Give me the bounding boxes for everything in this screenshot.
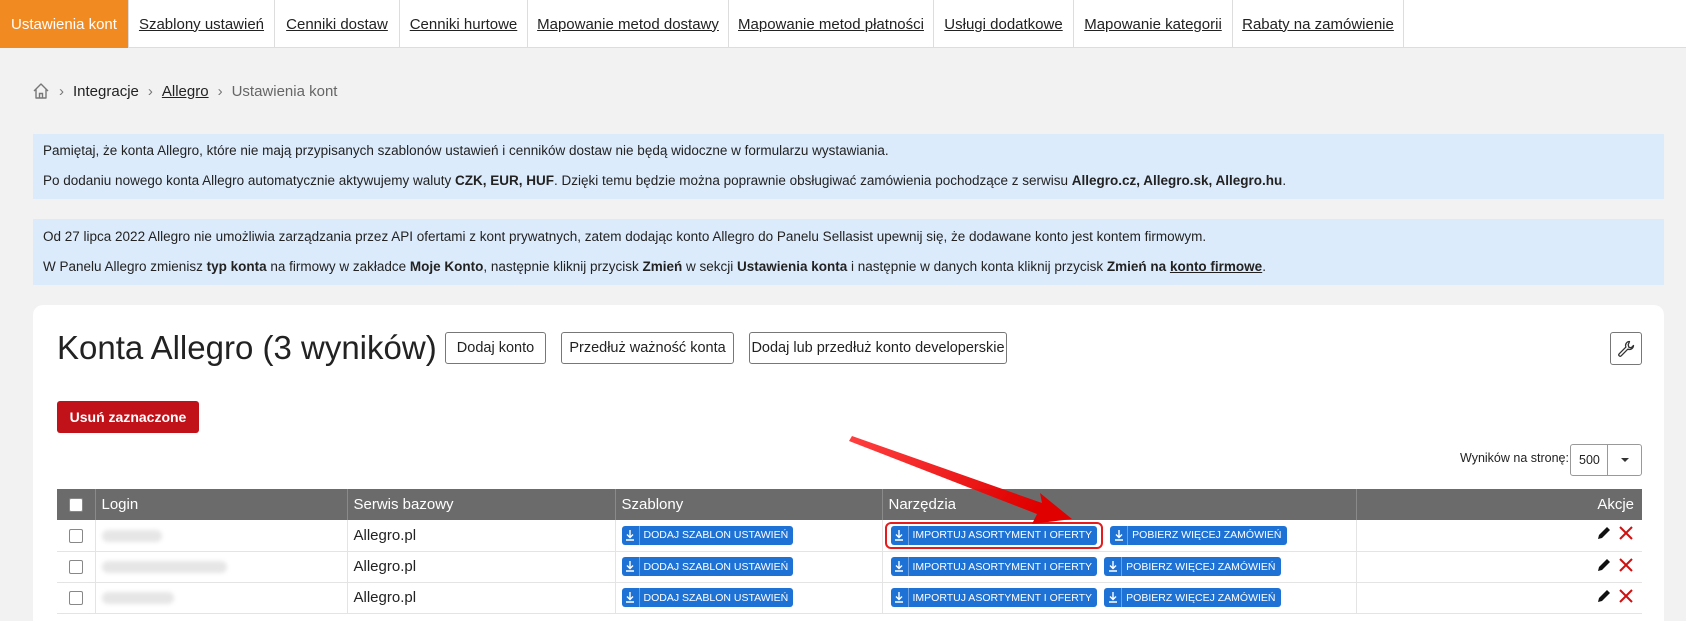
tab-shipping-mapping[interactable]: Mapowanie metod dostawy bbox=[528, 0, 729, 48]
extend-account-button[interactable]: Przedłuż ważność konta bbox=[561, 332, 734, 364]
column-base-service: Serwis bazowy bbox=[347, 489, 616, 520]
delete-icon[interactable] bbox=[1618, 588, 1634, 608]
row-checkbox[interactable] bbox=[68, 528, 83, 543]
download-icon bbox=[622, 557, 640, 576]
delete-icon[interactable] bbox=[1618, 557, 1634, 577]
add-dev-account-button[interactable]: Dodaj lub przedłuż konto developerskie bbox=[749, 332, 1007, 364]
fetch-orders-button[interactable]: POBIERZ WIĘCEJ ZAMÓWIEŃ bbox=[1104, 588, 1281, 607]
chevron-down-icon[interactable] bbox=[1607, 445, 1641, 475]
page-title: Konta Allegro (3 wyników) bbox=[57, 329, 437, 366]
login-redacted bbox=[101, 592, 174, 605]
add-template-button[interactable]: DODAJ SZABLON USTAWIEŃ bbox=[621, 557, 794, 576]
table-row: Allegro.pl DODAJ SZABLON USTAWIEŃ IMPORT… bbox=[57, 551, 1642, 582]
add-account-button[interactable]: Dodaj konto bbox=[445, 332, 546, 364]
download-icon bbox=[891, 588, 909, 607]
highlight-frame: IMPORTUJ ASORTYMENT I OFERTY bbox=[884, 521, 1103, 549]
base-service: Allegro.pl bbox=[347, 520, 616, 551]
add-template-button[interactable]: DODAJ SZABLON USTAWIEŃ bbox=[621, 588, 794, 607]
breadcrumb: › Integracje › Allegro › Ustawienia kont bbox=[32, 80, 337, 102]
home-icon[interactable] bbox=[32, 82, 50, 100]
import-offers-button[interactable]: IMPORTUJ ASORTYMENT I OFERTY bbox=[890, 588, 1097, 607]
tab-setting-templates[interactable]: Szablony ustawień bbox=[129, 0, 275, 48]
download-icon bbox=[891, 557, 909, 576]
column-actions: Akcje bbox=[1597, 496, 1634, 513]
login-redacted bbox=[101, 561, 227, 574]
add-template-button[interactable]: DODAJ SZABLON USTAWIEŃ bbox=[621, 525, 794, 545]
tab-order-discounts[interactable]: Rabaty na zamówienie bbox=[1233, 0, 1404, 48]
per-page-value: 500 bbox=[1579, 453, 1600, 467]
download-icon bbox=[891, 525, 909, 545]
chevron-right-icon: › bbox=[147, 82, 153, 100]
login-redacted bbox=[101, 529, 162, 542]
tab-bar: Ustawienia kont Szablony ustawień Cennik… bbox=[0, 0, 1686, 48]
import-offers-button[interactable]: IMPORTUJ ASORTYMENT I OFERTY bbox=[890, 557, 1097, 576]
edit-icon[interactable] bbox=[1596, 525, 1612, 545]
accounts-panel: Konta Allegro (3 wyników) Dodaj konto Pr… bbox=[33, 305, 1664, 621]
download-icon bbox=[1110, 525, 1129, 545]
delete-icon[interactable] bbox=[1618, 525, 1634, 545]
delete-selected-button[interactable]: Usuń zaznaczone bbox=[57, 401, 199, 433]
business-account-link[interactable]: konto firmowe bbox=[1170, 259, 1262, 274]
info-text: Od 27 lipca 2022 Allegro nie umożliwia z… bbox=[43, 229, 1207, 244]
base-service: Allegro.pl bbox=[347, 582, 616, 613]
column-tools: Narzędzia bbox=[882, 489, 1357, 520]
per-page-label: Wyników na stronę: bbox=[1460, 451, 1569, 465]
column-templates: Szablony bbox=[615, 489, 883, 520]
tab-additional-services[interactable]: Usługi dodatkowe bbox=[934, 0, 1074, 48]
edit-icon[interactable] bbox=[1596, 557, 1612, 577]
info-text: Po dodaniu nowego konta Allegro automaty… bbox=[43, 173, 1287, 188]
table-header: Login Serwis bazowy Szablony Narzędzia A… bbox=[57, 489, 1642, 520]
wrench-icon[interactable] bbox=[1610, 332, 1642, 365]
breadcrumb-item-integrations[interactable]: Integracje bbox=[73, 83, 139, 100]
info-box-templates: Pamiętaj, że konta Allegro, które nie ma… bbox=[33, 134, 1664, 199]
tab-wholesale-pricelists[interactable]: Cenniki hurtowe bbox=[400, 0, 528, 48]
row-checkbox[interactable] bbox=[68, 591, 83, 606]
download-icon bbox=[1104, 588, 1123, 607]
tab-shipping-pricelists[interactable]: Cenniki dostaw bbox=[275, 0, 400, 48]
breadcrumb-item-allegro[interactable]: Allegro bbox=[162, 83, 209, 100]
table-row: Allegro.pl DODAJ SZABLON USTAWIEŃ IMPORT… bbox=[57, 582, 1642, 613]
fetch-orders-button[interactable]: POBIERZ WIĘCEJ ZAMÓWIEŃ bbox=[1110, 525, 1287, 545]
row-checkbox[interactable] bbox=[68, 560, 83, 575]
base-service: Allegro.pl bbox=[347, 551, 616, 582]
info-box-business-account: Od 27 lipca 2022 Allegro nie umożliwia z… bbox=[33, 219, 1664, 285]
info-text: Pamiętaj, że konta Allegro, które nie ma… bbox=[43, 143, 889, 158]
download-icon bbox=[622, 588, 640, 607]
edit-icon[interactable] bbox=[1596, 588, 1612, 608]
select-all-checkbox[interactable] bbox=[68, 498, 83, 513]
import-offers-button[interactable]: IMPORTUJ ASORTYMENT I OFERTY bbox=[890, 525, 1097, 545]
accounts-table: Login Serwis bazowy Szablony Narzędzia A… bbox=[57, 489, 1642, 614]
column-login: Login bbox=[95, 489, 348, 520]
per-page-select[interactable]: 500 bbox=[1570, 444, 1642, 476]
download-icon bbox=[1104, 557, 1123, 576]
tab-payment-mapping[interactable]: Mapowanie metod płatności bbox=[729, 0, 934, 48]
info-text: W Panelu Allegro zmienisz typ konta na f… bbox=[43, 259, 1266, 274]
tab-category-mapping[interactable]: Mapowanie kategorii bbox=[1074, 0, 1233, 48]
fetch-orders-button[interactable]: POBIERZ WIĘCEJ ZAMÓWIEŃ bbox=[1104, 557, 1281, 576]
download-icon bbox=[622, 525, 640, 545]
table-row: Allegro.pl DODAJ SZABLON USTAWIEŃ IMPORT… bbox=[57, 520, 1642, 551]
chevron-right-icon: › bbox=[217, 82, 223, 100]
chevron-right-icon: › bbox=[59, 82, 64, 100]
tab-account-settings[interactable]: Ustawienia kont bbox=[0, 0, 129, 48]
breadcrumb-item-current: Ustawienia kont bbox=[231, 82, 338, 100]
